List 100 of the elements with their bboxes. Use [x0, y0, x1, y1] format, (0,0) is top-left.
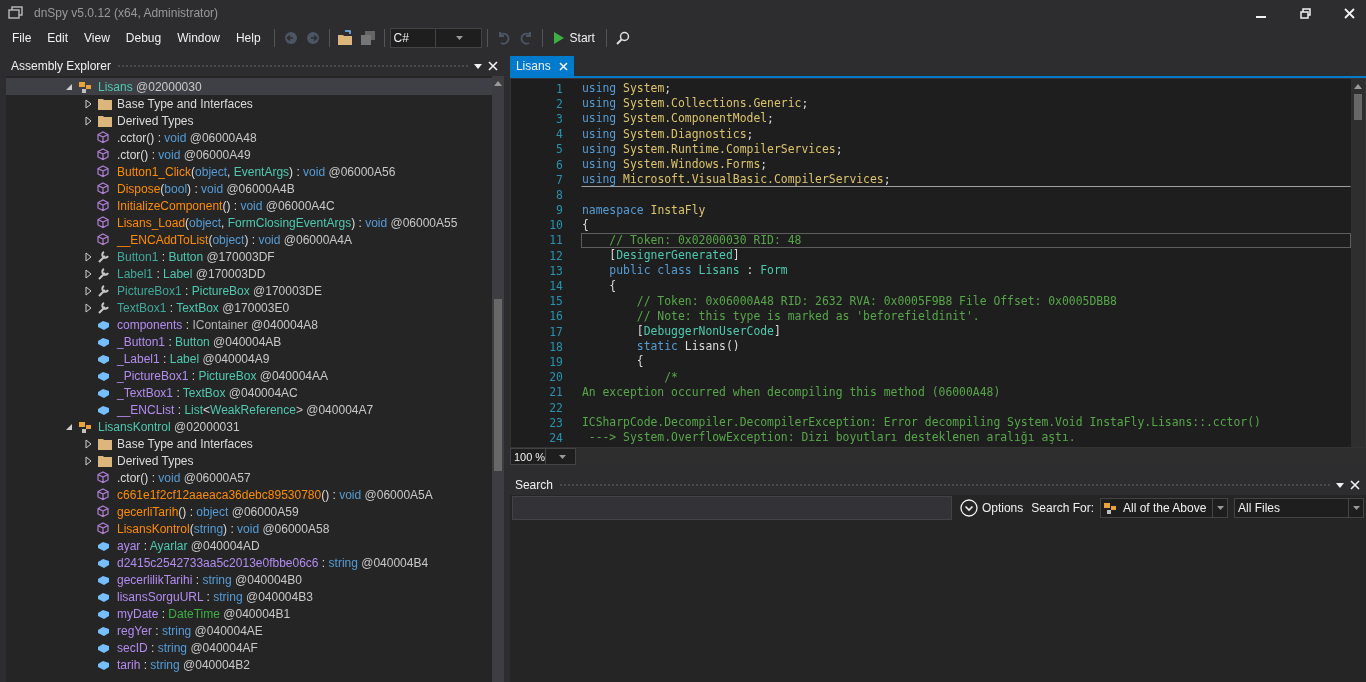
line-number: 24 — [548, 430, 564, 445]
tree-item[interactable]: Lisans_Load(object, FormClosingEventArgs) : void @06000A55 — [117, 215, 458, 230]
restore-icon[interactable] — [1299, 7, 1311, 19]
scrollbar[interactable] — [1351, 79, 1365, 447]
close-icon[interactable] — [487, 61, 498, 71]
tree-item[interactable]: Label1 : Label @170003DD — [117, 266, 266, 281]
tree-item[interactable]: _Button1 : Button @040004AB — [117, 334, 282, 349]
tree-item[interactable]: PictureBox1 : PictureBox @170003DE — [117, 283, 322, 298]
tree-item[interactable]: _Label1 : Label @040004A9 — [117, 351, 270, 366]
line-number: 6 — [555, 157, 564, 172]
line-number: 18 — [548, 339, 564, 354]
line-number: 4 — [555, 127, 564, 142]
tree-item[interactable]: regYer : string @040004AE — [117, 623, 263, 638]
options-button[interactable]: Options — [957, 499, 1026, 517]
tree-item[interactable]: Button1 : Button @170003DF — [117, 249, 275, 264]
line-number: 1 — [555, 81, 564, 96]
menu-item[interactable]: Edit — [39, 28, 77, 48]
tree-item[interactable]: __ENCAddToList(object) : void @06000A4A — [117, 232, 352, 247]
tree-item[interactable]: d2415c2542733aa5c2013e0fbbe06c6 : string @040004B4 — [117, 555, 429, 570]
tree-item[interactable]: lisansSorguURL : string @040004B3 — [117, 589, 313, 604]
panel-title: Search — [514, 478, 553, 492]
tree-item[interactable]: Base Type and Interfaces — [117, 436, 253, 451]
line-number: 2 — [555, 96, 564, 111]
menu-item[interactable]: Help — [227, 28, 269, 48]
tree-item[interactable]: InitializeComponent() : void @06000A4C — [117, 198, 335, 213]
dropdown-arrow-icon — [456, 36, 464, 40]
close-icon[interactable] — [1343, 7, 1355, 19]
line-number: 7 — [555, 172, 564, 187]
line-number: 9 — [555, 203, 564, 218]
tree-item[interactable]: Button1_Click(object, EventArgs) : void @06000A56 — [117, 164, 396, 179]
tree-item[interactable]: TextBox1 : TextBox @170003E0 — [117, 300, 290, 315]
scrollbar[interactable] — [491, 76, 504, 682]
code-line: using System.Windows.Forms; — [580, 157, 769, 173]
line-number: 13 — [548, 263, 564, 278]
tree-item[interactable]: .cctor() : void @06000A48 — [117, 130, 257, 145]
tree-item[interactable]: _TextBox1 : TextBox @040004AC — [117, 385, 298, 400]
scroll-up-arrow-icon[interactable] — [493, 81, 502, 86]
tree-item[interactable]: components : IContainer @040004A8 — [117, 317, 318, 332]
window-title: dnSpy v5.0.12 (x64, Administrator) — [34, 6, 220, 20]
code-line: using System.ComponentModel; — [580, 111, 775, 127]
menu-item[interactable]: Debug — [117, 28, 170, 48]
line-number: 19 — [548, 354, 564, 369]
tree-item[interactable]: .ctor() : void @06000A49 — [117, 147, 251, 162]
tree-item[interactable]: Derived Types — [117, 113, 194, 128]
menu-item[interactable]: View — [76, 28, 118, 48]
code-line: [DesignerGenerated] — [608, 248, 741, 264]
scroll-up-arrow-icon[interactable] — [1354, 84, 1362, 89]
scope-dropdown[interactable]: All Files — [1234, 498, 1364, 518]
code-line: using System; — [580, 81, 673, 97]
code-line: using System.Diagnostics; — [580, 126, 755, 142]
tree-item[interactable]: Base Type and Interfaces — [117, 96, 253, 111]
dropdown-icon[interactable] — [1336, 482, 1344, 488]
dropdown-arrow-icon — [1352, 506, 1360, 510]
line-number: 22 — [548, 400, 564, 415]
zoom-dropdown[interactable]: 100 % — [509, 448, 576, 465]
scroll-thumb[interactable] — [1354, 94, 1362, 120]
code-line: namespace InstaFly — [580, 202, 707, 218]
folder-icon — [97, 113, 113, 128]
tree-item[interactable]: LisansKontrol @02000031 — [98, 419, 240, 434]
folder-icon — [97, 453, 113, 468]
panel-title: Assembly Explorer — [11, 59, 112, 73]
dropdown-icon[interactable] — [473, 63, 482, 69]
menu-item[interactable]: File — [4, 28, 40, 48]
tree-item[interactable]: Lisans @02000030 — [98, 79, 202, 94]
tree-item[interactable]: gecerlilikTarihi : string @040004B0 — [117, 572, 302, 587]
tree-item[interactable]: ayar : Ayarlar @040004AD — [117, 538, 260, 553]
tree-item[interactable]: LisansKontrol(string) : void @06000A58 — [117, 521, 330, 536]
code-line: /* — [663, 369, 679, 385]
class-icon — [78, 419, 94, 434]
tree-item[interactable]: myDate : DateTime @040004B1 — [117, 606, 291, 621]
line-number: 16 — [548, 309, 564, 324]
search-type-dropdown[interactable]: All of the Above — [1100, 498, 1228, 518]
class-icon — [1103, 501, 1119, 515]
menu-item[interactable]: Window — [169, 28, 228, 48]
code-line: public class Lisans : Form — [608, 263, 789, 279]
tree-item[interactable]: __ENCList : List<WeakReference> @040004A7 — [117, 402, 374, 417]
line-number: 8 — [555, 187, 564, 202]
tree-item[interactable]: .ctor() : void @06000A57 — [117, 470, 251, 485]
line-number: 3 — [555, 111, 564, 126]
tree-item[interactable]: secID : string @040004AF — [117, 640, 258, 655]
code-line: using System.Collections.Generic; — [580, 96, 810, 112]
search-field[interactable] — [511, 496, 952, 520]
line-number: 11 — [548, 233, 564, 248]
editor-tab[interactable]: Lisans — [509, 56, 574, 76]
start-button[interactable]: Start — [547, 27, 601, 49]
scroll-thumb[interactable] — [493, 299, 502, 471]
folder-icon — [97, 436, 113, 451]
line-number: 15 — [548, 294, 564, 309]
code-line: An exception occurred when decompiling this method (06000A48) — [580, 384, 1002, 400]
code-line: { — [635, 354, 645, 370]
language-dropdown[interactable]: C# — [389, 28, 482, 48]
close-icon[interactable] — [1350, 480, 1360, 490]
tree-item[interactable]: tarih : string @040004B2 — [117, 657, 250, 672]
tree-item[interactable]: _PictureBox1 : PictureBox @040004AA — [117, 368, 328, 383]
tree-item[interactable]: gecerliTarih() : object @06000A59 — [117, 504, 299, 519]
code-line: { — [580, 217, 590, 233]
tree-item[interactable]: Dispose(bool) : void @06000A4B — [117, 181, 295, 196]
tree-item[interactable]: c661e1f2cf12aaeaca36debc89530780() : void @06000A5A — [117, 487, 433, 502]
tree-item[interactable]: Derived Types — [117, 453, 194, 468]
code-line: ICSharpCode.Decompiler.DecompilerException: Error decompiling System.Void InstaFly.Lisans::.cctor() — [580, 415, 1262, 431]
